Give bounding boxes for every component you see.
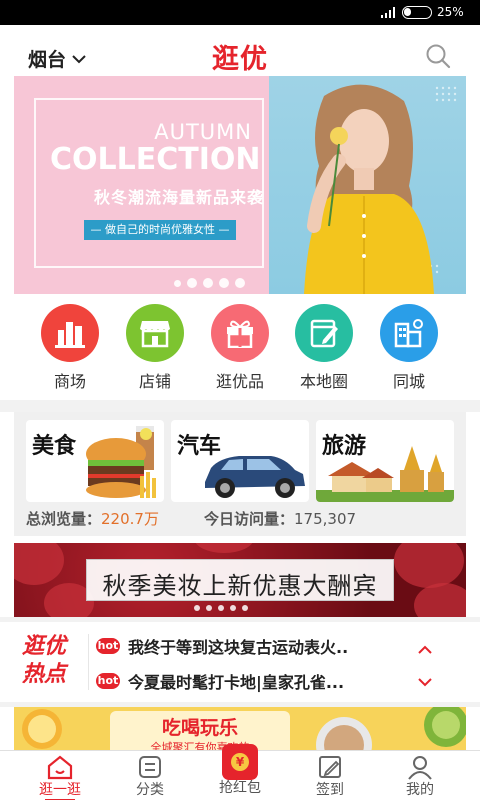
car-icon [205,456,305,498]
hot-logo-line1: 逛优 [22,633,67,659]
stat-value: 220.7万 [101,510,159,528]
model-photo [304,84,457,294]
nav-item-picks[interactable]: 逛优品 [200,304,280,392]
pagination-dot[interactable] [174,279,181,287]
user-icon [408,756,432,780]
hero-banner[interactable]: AUTUMN COLLECTION 秋冬潮流海量新品来袭 — 做自己的时尚优雅女… [14,76,466,294]
nav-label: 店铺 [138,372,171,391]
divider [0,400,480,412]
hot-badge: hot [96,673,120,689]
tab-checkin[interactable]: 签到 [285,751,375,800]
tab-label: 分类 [136,782,164,798]
pagination-dot[interactable] [219,278,229,288]
banner-collection: COLLECTION [50,142,261,177]
nav-item-city[interactable]: 同城 [369,304,449,392]
banner-autumn: AUTUMN [154,120,252,144]
category-card-car[interactable]: 汽车 [171,420,309,502]
promo-text: 秋季美妆上新优惠大酬宾 [102,572,378,600]
red-packet-icon[interactable]: ¥ [222,744,258,780]
category-title: 美食 [32,434,77,459]
nav-label: 逛优品 [215,372,264,391]
notebook-icon [295,304,353,362]
category-card-travel[interactable]: 旅游 [316,420,454,502]
gift-icon [211,304,269,362]
stat-today-visits: 今日访问量：175,307 [204,508,356,529]
featured-categories: 美食 汽车 旅游 总浏览量：220.7万 今日访问量：175,307 [14,412,466,536]
tab-label: 签到 [316,782,344,798]
signal-icon [381,7,395,18]
burger-icon [86,426,156,498]
nav-item-mall[interactable]: 商场 [30,304,110,392]
nav-item-shop[interactable]: 店铺 [115,304,195,392]
list-icon [139,756,161,778]
battery-text: 25% [437,5,464,19]
hot-news-title: 我终于等到这块复古运动表火.. [128,638,349,657]
chevron-up-icon[interactable] [418,644,432,654]
hot-news-item[interactable]: hot 今夏最时髦打卡地|皇家孔雀... [96,668,396,694]
tab-label: 我的 [406,782,434,798]
battery-icon [402,6,432,19]
city-icon [380,304,438,362]
promo-textbox: 秋季美妆上新优惠大酬宾 [86,559,394,601]
promo-pagination [194,605,248,611]
stat-value: 175,307 [294,510,357,528]
nav-label: 本地圈 [299,372,348,391]
edit-icon [319,756,341,778]
category-card-food[interactable]: 美食 [26,420,164,502]
category-nav: 商场 店铺 逛优品 本地圈 同城 [0,300,480,400]
hot-news-title: 今夏最时髦打卡地|皇家孔雀... [128,673,345,692]
pagination-dot[interactable] [203,278,213,288]
pagination-dot[interactable] [187,278,197,288]
chevron-down-icon[interactable] [418,678,432,688]
stat-label: 今日访问量： [204,510,295,528]
stat-total-views: 总浏览量：220.7万 [26,508,159,529]
tab-label: 逛一逛 [39,782,81,798]
nav-item-local[interactable]: 本地圈 [284,304,364,392]
nav-label: 商场 [53,372,86,391]
banner-subtitle: 秋冬潮流海量新品来袭 [93,188,264,207]
nav-label: 同城 [392,372,425,391]
home-icon [47,755,73,780]
banner-pagination [174,278,245,288]
tab-label: 抢红包 [219,780,261,796]
hot-news: 逛优 热点 hot 我终于等到这块复古运动表火.. hot 今夏最时髦打卡地|皇… [14,622,466,702]
banner-tagline: — 做自己的时尚优雅女性 — [84,220,236,240]
stat-label: 总浏览量： [26,510,102,528]
building-icon [41,304,99,362]
tab-categories[interactable]: 分类 [105,751,195,800]
shop-icon [126,304,184,362]
promo-banner[interactable]: 秋季美妆上新优惠大酬宾 [14,543,466,617]
hot-logo-line2: 热点 [22,661,67,687]
brand-logo: 逛优 [212,44,268,75]
status-bar: 25% [0,0,480,25]
app-header: 烟台 逛优 [0,25,480,75]
ad-title: 吃喝玩乐 [161,717,238,739]
hot-badge: hot [96,638,120,654]
temple-icon [316,446,454,502]
search-icon[interactable] [425,43,451,69]
tab-profile[interactable]: 我的 [375,751,465,800]
hot-news-logo: 逛优 热点 [22,632,82,692]
hot-news-item[interactable]: hot 我终于等到这块复古运动表火.. [96,633,396,659]
tab-browse[interactable]: 逛一逛 [15,751,105,800]
pagination-dot[interactable] [235,278,245,288]
